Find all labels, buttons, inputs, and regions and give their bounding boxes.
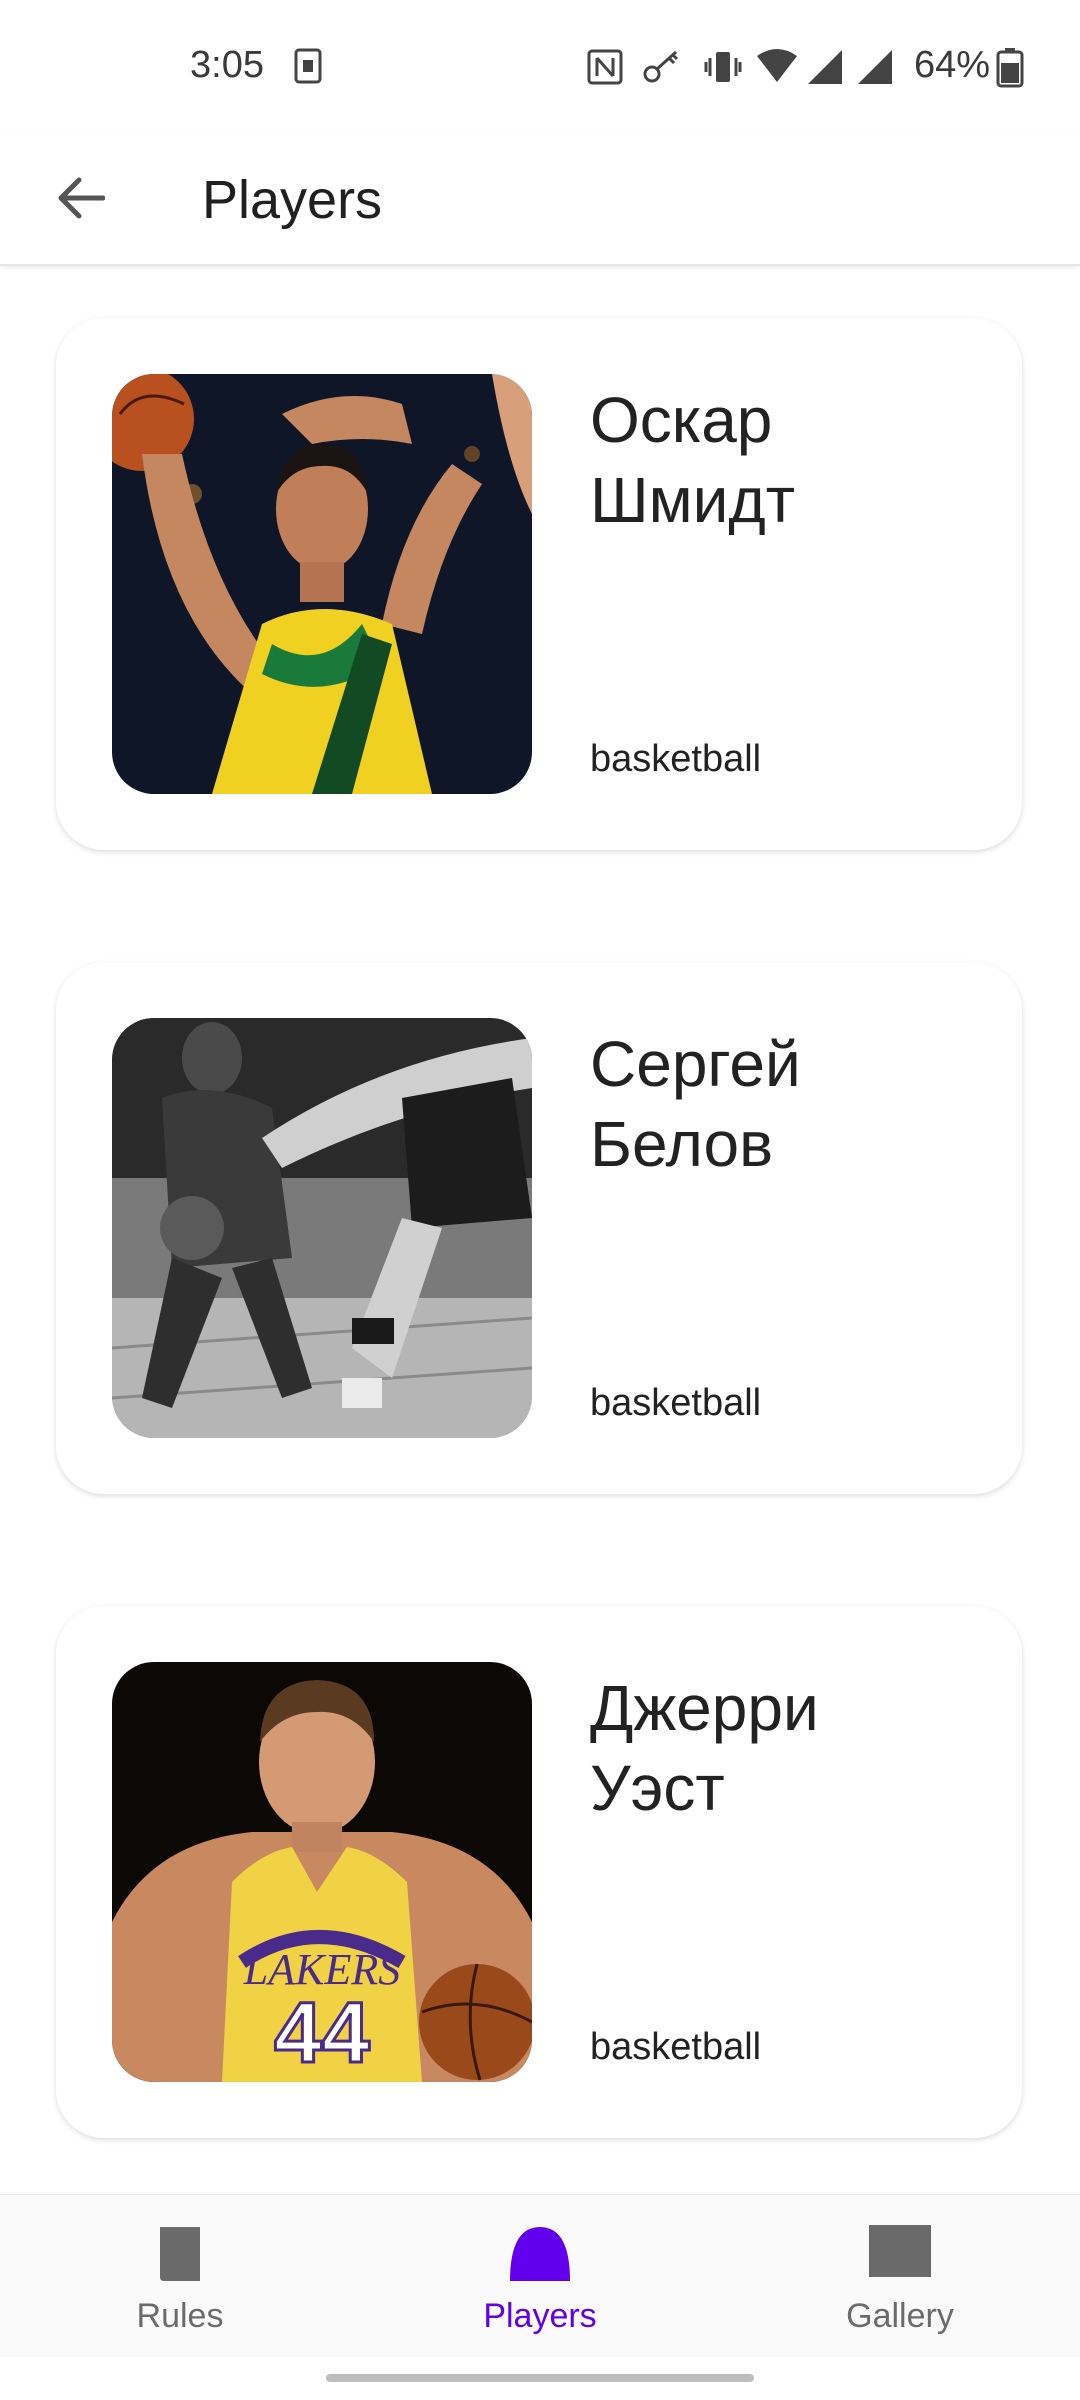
svg-text:44: 44 — [274, 1985, 370, 2081]
wifi-icon — [756, 48, 798, 89]
battery-percentage: 64% — [914, 44, 991, 86]
nav-item-rules[interactable]: Rules — [0, 2195, 360, 2357]
gallery-icon — [867, 2223, 933, 2284]
nav-label: Gallery — [846, 2297, 954, 2335]
arrow-back-icon — [58, 177, 105, 219]
nav-item-gallery[interactable]: Gallery — [720, 2195, 1080, 2357]
signal-icon — [806, 48, 844, 91]
status-time: 3:05 — [190, 44, 264, 86]
home-indicator[interactable] — [326, 2374, 754, 2382]
player-card[interactable]: LAKERS 44 Джерри Уэст basketball — [56, 1606, 1022, 2138]
key-icon — [642, 48, 682, 91]
player-icon — [508, 2223, 572, 2288]
signal-icon — [856, 48, 894, 91]
bottom-navigation: Rules Players Gallery — [0, 2194, 1080, 2357]
page-title: Players — [202, 170, 383, 230]
nfc-icon — [586, 48, 624, 91]
player-name: Оскар Шмидт — [590, 384, 796, 536]
player-name: Джерри Уэст — [590, 1672, 819, 1824]
player-card[interactable]: Сергей Белов basketball — [56, 962, 1022, 1494]
player-sport: basketball — [590, 738, 762, 780]
status-bar: 3:05 64% — [0, 0, 1080, 136]
vibrate-icon — [704, 48, 742, 91]
players-list[interactable]: Оскар Шмидт basketball Сергей Белов bask… — [0, 268, 1080, 2192]
player-name: Сергей Белов — [590, 1028, 801, 1180]
player-photo-oskar — [112, 374, 532, 794]
nav-label: Rules — [136, 2297, 224, 2335]
player-card[interactable]: Оскар Шмидт basketball — [56, 318, 1022, 850]
nav-item-players[interactable]: Players — [360, 2195, 720, 2357]
sim-card-icon — [294, 48, 322, 89]
app-bar: Players — [0, 136, 1080, 266]
player-sport: basketball — [590, 1382, 762, 1424]
battery-icon — [996, 48, 1024, 93]
player-photo-jerry: LAKERS 44 — [112, 1662, 532, 2082]
player-sport: basketball — [590, 2026, 762, 2068]
player-photo-sergey — [112, 1018, 532, 1438]
book-icon — [154, 2223, 206, 2288]
back-button[interactable] — [40, 158, 120, 238]
nav-label: Players — [483, 2297, 597, 2335]
